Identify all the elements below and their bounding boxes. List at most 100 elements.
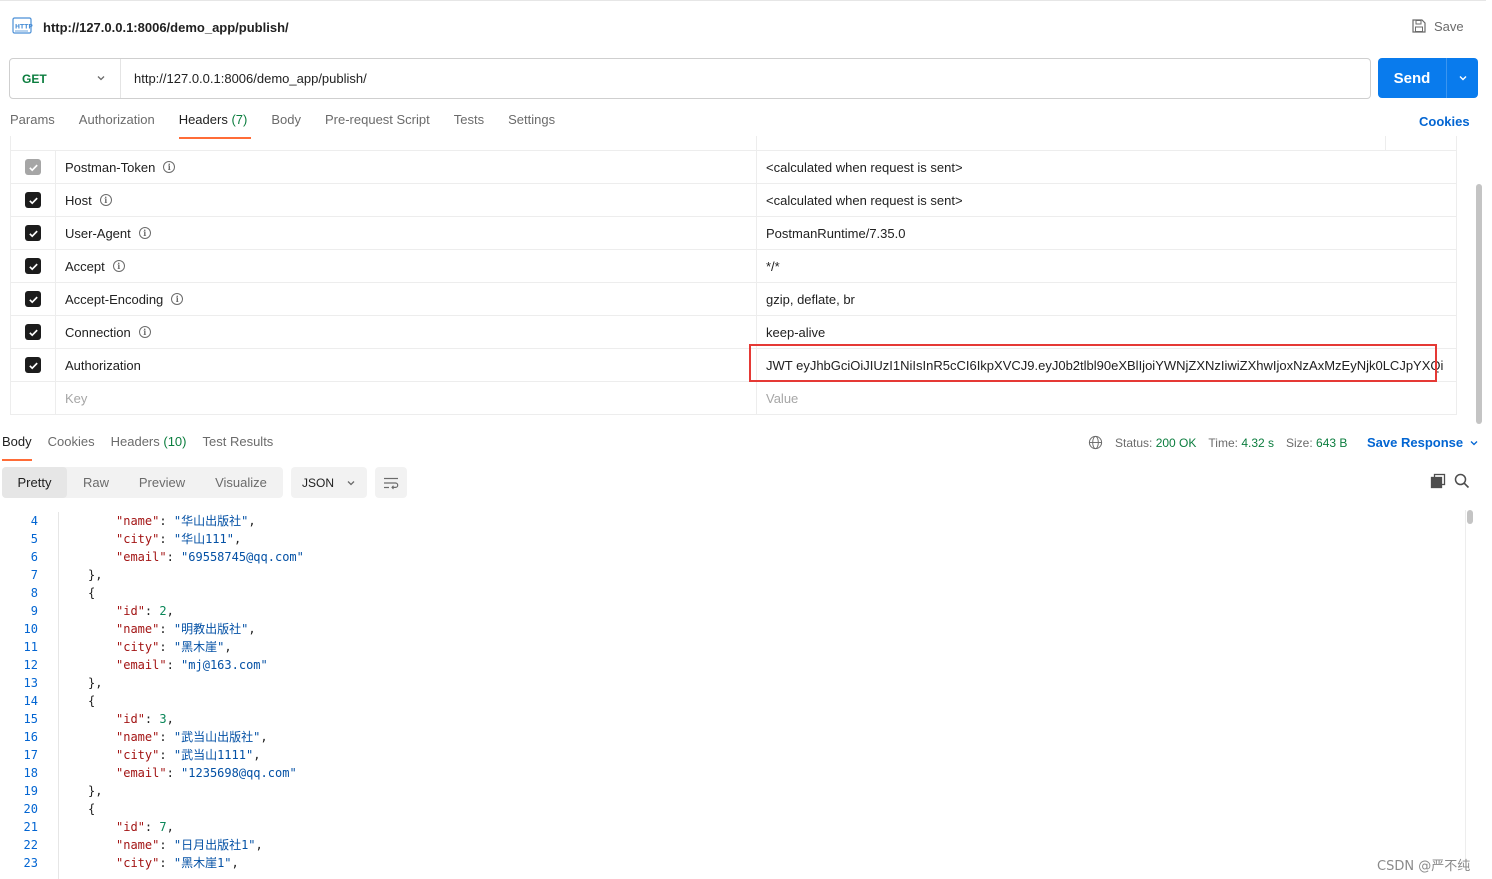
header-row: Host i <calculated when request is sent> [11, 184, 1456, 217]
info-icon[interactable]: i [138, 326, 151, 338]
code-line: 16 "name": "武当山出版社", [0, 728, 1462, 746]
header-key[interactable]: Postman-Token i [56, 151, 757, 183]
response-tab-cookies[interactable]: Cookies [48, 434, 95, 457]
json-key: city [123, 748, 153, 762]
info-icon[interactable]: i [138, 227, 151, 239]
view-mode-raw[interactable]: Raw [67, 467, 125, 498]
json-colon: : [159, 622, 174, 636]
request-tabs: Params Authorization Headers (7) Body Pre-re… [10, 112, 579, 139]
code-line: 4 "name": "华山出版社", [0, 512, 1462, 530]
view-mode-pretty[interactable]: Pretty [2, 467, 67, 498]
code-line: 11 "city": "黑木崖", [0, 638, 1462, 656]
tab-headers[interactable]: Headers (7) [178, 112, 251, 139]
save-response-button[interactable]: Save Response [1367, 435, 1479, 450]
new-header-value-input[interactable]: Value [757, 382, 1456, 414]
status-info[interactable]: Status: 200 OK [1115, 436, 1196, 450]
header-checkbox[interactable] [25, 225, 41, 241]
tab-tests[interactable]: Tests [454, 112, 484, 135]
send-button[interactable]: Send [1378, 58, 1478, 98]
info-icon[interactable]: i [163, 161, 176, 173]
size-info[interactable]: Size: 643 B [1286, 436, 1347, 450]
header-key[interactable]: User-Agent i [56, 217, 757, 249]
info-icon[interactable]: i [112, 260, 125, 272]
json-colon: : [166, 550, 182, 564]
checkmark-icon [28, 362, 38, 369]
tab-label: Body [271, 112, 301, 127]
tab-settings[interactable]: Settings [508, 112, 555, 135]
tab-authorization[interactable]: Authorization [79, 112, 155, 135]
header-key[interactable]: Accept-Encoding i [56, 283, 757, 315]
code-punct: { [88, 586, 96, 600]
header-value[interactable]: gzip, deflate, br [757, 283, 1456, 315]
line-number: 18 [23, 766, 38, 780]
header-key[interactable]: Host i [56, 184, 757, 216]
header-key[interactable]: Authorization [56, 349, 757, 381]
response-body-code[interactable]: 4 "name": "华山出版社", 5 "city": "华山111", 6 "emai… [0, 512, 1462, 879]
new-header-key-input[interactable]: Key [56, 382, 757, 414]
header-checkbox[interactable] [25, 324, 41, 340]
view-mode-preview[interactable]: Preview [125, 467, 199, 498]
header-checkbox[interactable] [25, 291, 41, 307]
info-icon[interactable]: i [171, 293, 184, 305]
code-text: "city": "华山111", [38, 530, 241, 548]
response-tab-headers[interactable]: Headers (10) [111, 434, 187, 457]
request-title[interactable]: http://127.0.0.1:8006/demo_app/publish/ [43, 20, 289, 35]
json-string: 明教出版社 [181, 622, 242, 636]
cookies-link[interactable]: Cookies [1419, 114, 1470, 129]
header-value[interactable]: keep-alive [757, 316, 1456, 348]
save-response-label: Save Response [1367, 435, 1464, 450]
header-key[interactable]: Accept i [56, 250, 757, 282]
json-key-close: " [159, 766, 167, 780]
tab-label: Headers [110, 434, 160, 449]
header-checkbox [25, 159, 41, 175]
code-text: }, [38, 674, 102, 692]
header-value[interactable]: <calculated when request is sent> [757, 151, 1456, 183]
code-text: "name": "华山出版社", [38, 512, 256, 530]
header-value[interactable]: */* [757, 250, 1456, 282]
save-button[interactable]: Save [1411, 18, 1464, 34]
header-checkbox[interactable] [25, 192, 41, 208]
headers-scrollbar[interactable] [1476, 184, 1482, 424]
header-key[interactable]: Connection i [56, 316, 757, 348]
code-scrollbar[interactable] [1467, 510, 1473, 524]
json-colon: : [159, 532, 174, 546]
line-number: 9 [30, 604, 38, 618]
header-checkbox[interactable] [25, 357, 41, 373]
view-mode-group: Pretty Raw Preview Visualize [2, 467, 283, 498]
time-info[interactable]: Time: 4.32 s [1208, 436, 1274, 450]
copy-icon[interactable] [1430, 473, 1446, 489]
search-icon[interactable] [1454, 473, 1470, 489]
json-string-open: " [173, 640, 182, 654]
header-checkbox[interactable] [25, 258, 41, 274]
send-label: Send [1393, 69, 1431, 87]
json-colon: : [166, 658, 182, 672]
code-line: 18 "email": "1235698@qq.com" [0, 764, 1462, 782]
url-input[interactable] [121, 59, 1370, 98]
tab-params[interactable]: Params [10, 112, 55, 135]
wrap-lines-button[interactable] [375, 467, 407, 498]
line-number: 4 [30, 514, 38, 528]
header-value[interactable]: JWT eyJhbGciOiJIUzI1NiIsInR5cCI6IkpXVCJ9… [757, 349, 1456, 381]
response-tab-body[interactable]: Body [2, 434, 32, 461]
send-options-dropdown[interactable] [1447, 73, 1478, 83]
header-value[interactable]: PostmanRuntime/7.35.0 [757, 217, 1456, 249]
json-key-close: " [159, 658, 167, 672]
tab-pre-request-script[interactable]: Pre-request Script [325, 112, 430, 135]
format-label: JSON [302, 475, 335, 490]
globe-icon[interactable] [1088, 435, 1103, 450]
json-comma: , [255, 838, 263, 852]
tab-body[interactable]: Body [271, 112, 301, 135]
header-value[interactable]: <calculated when request is sent> [757, 184, 1456, 216]
json-key: name [123, 622, 153, 636]
view-mode-visualize[interactable]: Visualize [199, 467, 283, 498]
format-select[interactable]: JSON [291, 467, 367, 498]
code-line: 6 "email": "69558745@qq.com" [0, 548, 1462, 566]
line-number: 19 [23, 784, 38, 798]
header-checkbox-cell [11, 184, 56, 216]
info-icon[interactable]: i [99, 194, 112, 206]
response-tab-test-results[interactable]: Test Results [203, 434, 274, 457]
json-string-close: " [289, 766, 297, 780]
code-gutter-divider [58, 512, 59, 879]
json-string: 华山111 [181, 532, 227, 546]
method-select[interactable]: GET [10, 59, 121, 98]
